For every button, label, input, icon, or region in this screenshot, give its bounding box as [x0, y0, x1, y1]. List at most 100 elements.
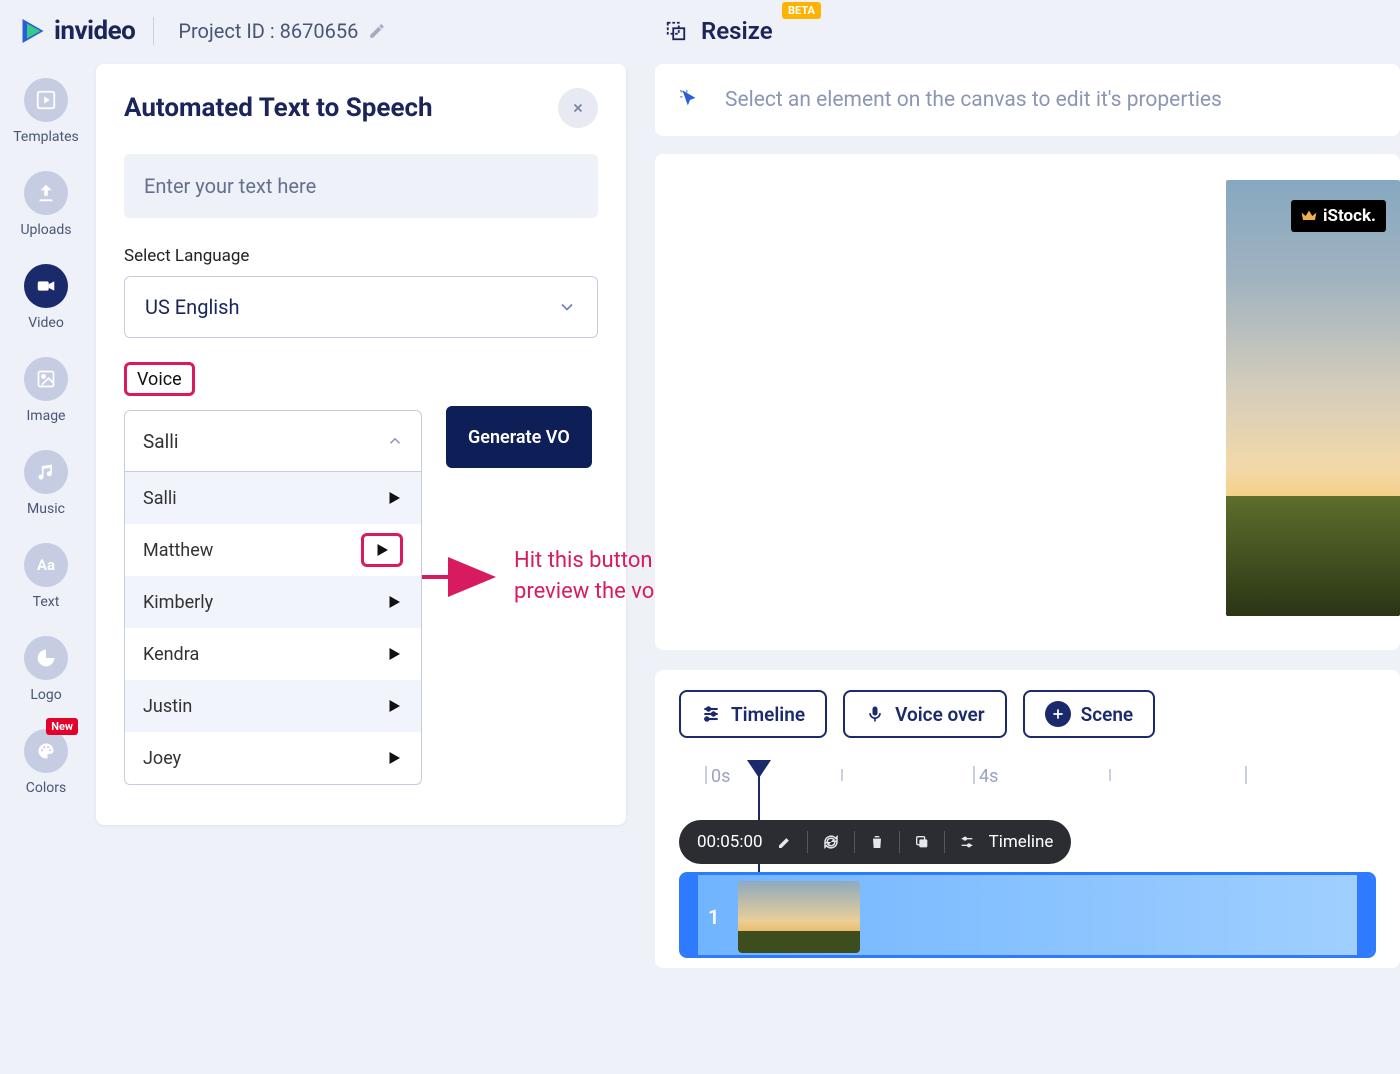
clip-toolbar: 00:05:00 Timeline — [679, 820, 1071, 864]
edit-clip-icon[interactable] — [777, 834, 793, 850]
play-icon[interactable] — [385, 749, 403, 767]
nav-video-label: Video — [28, 315, 64, 331]
field-bg — [1226, 496, 1400, 616]
language-select[interactable]: US English — [124, 276, 598, 338]
canvas[interactable]: iStock. — [655, 154, 1400, 650]
voice-label-highlight: Voice — [124, 362, 195, 396]
cursor-icon — [677, 87, 703, 113]
hint-text: Select an element on the canvas to edit … — [725, 88, 1222, 112]
new-badge: New — [46, 718, 78, 735]
mic-icon — [865, 704, 885, 724]
canvas-media[interactable]: iStock. — [1226, 180, 1400, 616]
nav-logo[interactable]: Logo — [24, 636, 68, 703]
ruler-0s: 0s — [711, 766, 730, 787]
voice-name: Matthew — [143, 540, 213, 561]
tts-text-input[interactable] — [124, 154, 598, 218]
tts-header: Automated Text to Speech — [124, 88, 598, 128]
time-ruler[interactable]: 0s 4s — [679, 766, 1376, 806]
voice-name: Kendra — [143, 644, 199, 665]
voice-name: Salli — [143, 488, 177, 509]
clip-thumbnail — [738, 881, 860, 953]
nav-music[interactable]: Music — [24, 450, 68, 517]
arrow-right-icon — [422, 559, 500, 595]
beta-badge: BETA — [782, 2, 821, 19]
nav-uploads[interactable]: Uploads — [20, 171, 71, 238]
nav-image-label: Image — [27, 408, 66, 424]
divider — [153, 17, 154, 45]
clip-toolbar-label: Timeline — [989, 832, 1054, 852]
tts-title: Automated Text to Speech — [124, 93, 433, 123]
play-icon[interactable] — [385, 697, 403, 715]
voice-name: Kimberly — [143, 592, 213, 613]
uploads-icon — [24, 171, 68, 215]
voice-label: Voice — [137, 369, 182, 390]
voice-option-kendra[interactable]: Kendra — [125, 628, 421, 680]
timeline-tabs: Timeline Voice over Scene — [679, 690, 1376, 738]
tab-scene[interactable]: Scene — [1023, 690, 1156, 738]
nav-templates-label: Templates — [13, 129, 79, 145]
edit-project-icon[interactable] — [368, 22, 386, 40]
tab-scene-label: Scene — [1081, 703, 1134, 726]
voice-selected[interactable]: Salli — [124, 410, 422, 472]
nav-colors-label: Colors — [26, 780, 66, 796]
istock-watermark: iStock. — [1291, 200, 1386, 232]
language-label: Select Language — [124, 246, 598, 266]
playhead[interactable] — [747, 760, 771, 778]
language-value: US English — [145, 295, 240, 319]
voice-option-matthew[interactable]: Matthew — [125, 524, 421, 576]
voice-option-justin[interactable]: Justin — [125, 680, 421, 732]
nav-image[interactable]: Image — [24, 357, 68, 424]
play-icon[interactable] — [385, 593, 403, 611]
tab-timeline-label: Timeline — [731, 703, 805, 726]
resize-icon — [665, 20, 687, 42]
voice-option-salli[interactable]: Salli — [125, 472, 421, 524]
voice-option-kimberly[interactable]: Kimberly — [125, 576, 421, 628]
canvas-hint-bar: Select an element on the canvas to edit … — [655, 64, 1400, 136]
delete-clip-icon[interactable] — [869, 834, 885, 850]
image-icon — [24, 357, 68, 401]
sliders-icon — [701, 704, 721, 724]
brand-name: invideo — [54, 16, 135, 46]
voice-select[interactable]: Salli Salli Matthew Kimberly — [124, 410, 422, 785]
voice-option-joey[interactable]: Joey — [125, 732, 421, 784]
video-icon — [24, 264, 68, 308]
duplicate-clip-icon[interactable] — [914, 834, 930, 850]
nav-colors[interactable]: New Colors — [24, 729, 68, 796]
voice-name: Joey — [143, 748, 181, 769]
logo-mark-icon — [18, 16, 48, 46]
timeline-panel: Timeline Voice over Scene 0s 4s 00:05:00 — [655, 670, 1400, 968]
clip-toolbar-wrap: 00:05:00 Timeline 1 — [679, 820, 1376, 958]
crown-icon — [1301, 209, 1317, 223]
sliders-icon[interactable] — [959, 834, 975, 850]
music-icon — [24, 450, 68, 494]
play-button-highlight[interactable] — [361, 533, 403, 567]
generate-vo-button[interactable]: Generate VO — [446, 406, 592, 468]
voice-selected-value: Salli — [143, 430, 178, 453]
nav-text[interactable]: Aa Text — [24, 543, 68, 610]
brand-logo[interactable]: invideo — [18, 16, 135, 46]
tab-voiceover[interactable]: Voice over — [843, 690, 1007, 738]
tab-voiceover-label: Voice over — [895, 703, 985, 726]
replace-clip-icon[interactable] — [822, 833, 840, 851]
resize-control[interactable]: Resize — [665, 0, 773, 62]
play-icon[interactable] — [385, 489, 403, 507]
project-id: Project ID : 8670656 — [178, 19, 386, 43]
nav-logo-label: Logo — [30, 687, 61, 703]
nav-video[interactable]: Video — [24, 264, 68, 331]
annotation: Hit this button to preview the voice — [422, 546, 683, 608]
clip-time: 00:05:00 — [697, 832, 763, 852]
logo-icon — [24, 636, 68, 680]
close-icon — [571, 101, 585, 115]
tts-panel: Automated Text to Speech Select Language… — [96, 64, 626, 825]
nav-uploads-label: Uploads — [20, 222, 71, 238]
timeline-clip[interactable]: 1 — [679, 872, 1376, 958]
tab-timeline[interactable]: Timeline — [679, 690, 827, 738]
plus-icon — [1045, 701, 1071, 727]
play-icon[interactable] — [385, 645, 403, 663]
istock-text: iStock. — [1323, 206, 1376, 226]
templates-icon — [24, 78, 68, 122]
nav-templates[interactable]: Templates — [13, 78, 79, 145]
close-panel-button[interactable] — [558, 88, 598, 128]
voice-name: Justin — [143, 696, 192, 717]
nav-music-label: Music — [27, 501, 65, 517]
